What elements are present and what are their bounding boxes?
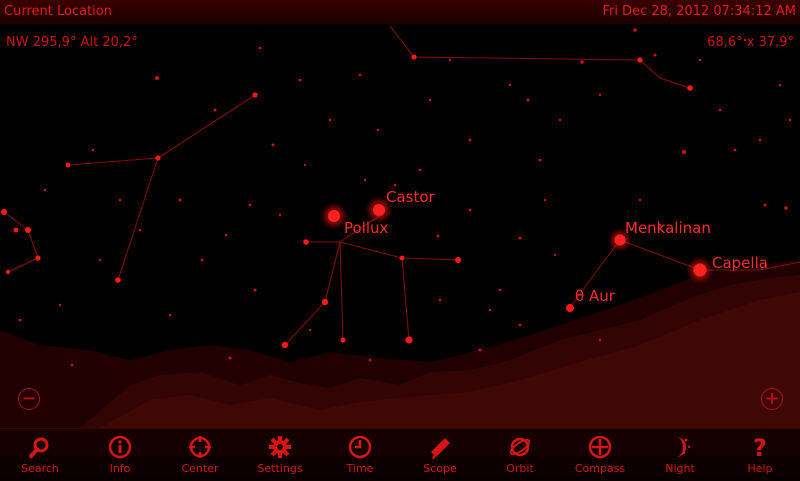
field-of-view-readout: 68,6° x 37,9° bbox=[707, 35, 794, 50]
gear-icon bbox=[269, 436, 291, 458]
info-label: Info bbox=[109, 462, 131, 475]
capella-star bbox=[693, 263, 707, 277]
star-label-menkalinan[interactable]: Menkalinan bbox=[625, 219, 711, 237]
status-bar: Current Location Fri Dec 28, 2012 07:34:… bbox=[0, 0, 800, 25]
center-icon bbox=[189, 436, 211, 458]
compass-button[interactable]: Compass bbox=[560, 429, 640, 481]
bright-stars bbox=[320, 196, 714, 284]
search-label: Search bbox=[21, 462, 59, 475]
time-button[interactable]: Time bbox=[320, 429, 400, 481]
direction-altitude-readout: NW 295,9° Alt 20,2° bbox=[6, 35, 138, 50]
menkalinan-star bbox=[614, 234, 626, 246]
moon-stars-icon bbox=[676, 437, 691, 457]
compass-icon bbox=[588, 435, 612, 459]
question-mark-icon: ? bbox=[753, 435, 767, 459]
compass-label: Compass bbox=[574, 462, 626, 475]
svg-text:?: ? bbox=[753, 435, 767, 459]
time-label: Time bbox=[346, 462, 374, 475]
settings-label: Settings bbox=[257, 462, 303, 475]
search-button[interactable]: Search bbox=[0, 429, 80, 481]
scope-button[interactable]: Scope bbox=[400, 429, 480, 481]
center-button[interactable]: Center bbox=[160, 429, 240, 481]
datetime-label[interactable]: Fri Dec 28, 2012 07:34:12 AM bbox=[602, 4, 796, 19]
star-label-castor[interactable]: Castor bbox=[386, 188, 436, 206]
star-label-pollux[interactable]: Pollux bbox=[344, 219, 389, 237]
pollux-star bbox=[328, 210, 340, 222]
castor-star bbox=[373, 204, 385, 216]
scope-label: Scope bbox=[423, 462, 457, 475]
orbit-label: Orbit bbox=[506, 462, 534, 475]
star-label-capella[interactable]: Capella bbox=[712, 254, 768, 272]
clock-icon bbox=[348, 435, 372, 459]
sky-view[interactable]: Castor Pollux Menkalinan Capella θ Aur bbox=[0, 24, 800, 428]
zoom-in-button[interactable]: + bbox=[761, 388, 783, 410]
center-label: Center bbox=[181, 462, 219, 475]
bottom-toolbar: Search Info Center Settings Time Scope O… bbox=[0, 428, 800, 481]
star-map[interactable]: Castor Pollux Menkalinan Capella θ Aur bbox=[0, 24, 800, 428]
help-button[interactable]: ? Help bbox=[720, 429, 800, 481]
orbit-icon bbox=[509, 437, 531, 457]
telescope-icon bbox=[431, 438, 450, 459]
search-icon bbox=[29, 437, 49, 458]
info-icon bbox=[108, 435, 132, 459]
night-label: Night bbox=[665, 462, 695, 475]
star-label-theta-aur[interactable]: θ Aur bbox=[575, 287, 616, 305]
night-button[interactable]: Night bbox=[640, 429, 720, 481]
info-button[interactable]: Info bbox=[80, 429, 160, 481]
location-label[interactable]: Current Location bbox=[4, 4, 112, 19]
zoom-out-button[interactable]: − bbox=[18, 388, 40, 410]
zoom-out-icon: − bbox=[21, 388, 37, 409]
settings-button[interactable]: Settings bbox=[240, 429, 320, 481]
zoom-in-icon: + bbox=[764, 388, 780, 409]
help-label: Help bbox=[747, 462, 773, 475]
orbit-button[interactable]: Orbit bbox=[480, 429, 560, 481]
